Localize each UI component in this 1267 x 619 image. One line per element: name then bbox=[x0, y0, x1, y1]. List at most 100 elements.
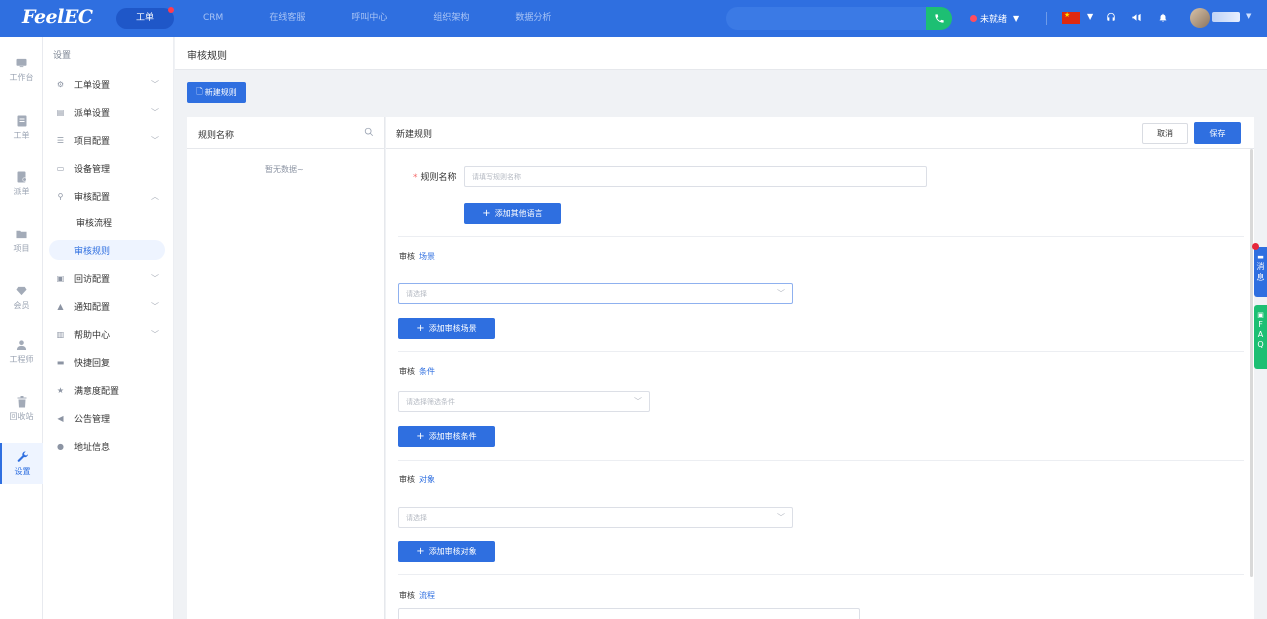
page-header: 审核规则 bbox=[175, 37, 1267, 70]
rail-item-label: 会员 bbox=[13, 301, 30, 310]
status-label: 未就绪 bbox=[980, 15, 1008, 25]
submenu-item-revisit-config[interactable]: ▣ 回访配置 ﹀ bbox=[51, 268, 169, 288]
phone-number-input[interactable] bbox=[726, 7, 926, 30]
new-rule-button[interactable]: 🗋 新建规则 bbox=[187, 82, 246, 103]
chevron-down-icon: ﹀ bbox=[777, 513, 785, 522]
phone-icon bbox=[934, 14, 944, 23]
caret-down-icon[interactable]: ▼ bbox=[1087, 12, 1093, 21]
rail-item-engineer[interactable]: 工程师 bbox=[0, 339, 43, 365]
form-scrollbar[interactable] bbox=[1250, 149, 1253, 577]
object-select[interactable]: 请选择 ﹀ bbox=[398, 507, 793, 528]
submenu-item-label: 审核流程 bbox=[76, 218, 113, 229]
revisit-icon: ▣ bbox=[56, 273, 65, 283]
faq-tab-char: Q bbox=[1257, 340, 1264, 349]
condition-select[interactable]: 请选择筛选条件 ﹀ bbox=[398, 391, 650, 412]
audit-icon: ⚲ bbox=[57, 191, 64, 201]
rule-list-header: 规则名称 bbox=[187, 117, 385, 149]
section-title-object: 审核 对象 bbox=[399, 474, 435, 485]
nav-tab-crm[interactable]: CRM bbox=[184, 8, 242, 29]
submenu-item-audit-config[interactable]: ⚲ 审核配置 ︿ bbox=[51, 186, 169, 206]
chat-icon: ▬ bbox=[56, 357, 65, 367]
user-name-blurred[interactable] bbox=[1212, 12, 1240, 22]
message-float-tab[interactable]: ▬ 消 息 bbox=[1252, 243, 1267, 297]
submenu-item-device-management[interactable]: ▭ 设备管理 bbox=[51, 158, 169, 178]
submenu-item-announcement-management[interactable]: ◀ 公告管理 bbox=[51, 408, 169, 428]
rail-item-project[interactable]: 项目 bbox=[0, 228, 43, 254]
rule-name-placeholder: 请填写规则名称 bbox=[472, 172, 521, 181]
submenu-item-ticket-settings[interactable]: ⚙ 工单设置 ﹀ bbox=[51, 74, 169, 94]
submenu-item-project-config[interactable]: ☰ 项目配置 ﹀ bbox=[51, 130, 169, 150]
add-language-label: 添加其他语言 bbox=[494, 209, 543, 218]
section-divider bbox=[398, 236, 1244, 237]
cancel-button[interactable]: 取消 bbox=[1142, 123, 1188, 144]
rail-item-ticket[interactable]: 工单 bbox=[0, 115, 43, 141]
chevron-down-icon: ﹀ bbox=[151, 330, 159, 339]
chevron-down-icon: ﹀ bbox=[777, 289, 785, 298]
faq-tab-char: A bbox=[1257, 330, 1264, 339]
add-language-button[interactable]: + 添加其他语言 bbox=[464, 203, 561, 224]
megaphone-icon[interactable] bbox=[1129, 10, 1143, 24]
china-flag-icon[interactable] bbox=[1062, 11, 1080, 24]
caret-down-icon[interactable]: ▼ bbox=[1246, 12, 1251, 20]
submenu-item-satisfaction-config[interactable]: ★ 满意度配置 bbox=[51, 380, 169, 400]
section-prefix: 审核 bbox=[399, 475, 415, 484]
section-divider bbox=[398, 460, 1244, 461]
app-logo[interactable]: FeelEC bbox=[22, 6, 93, 28]
headset-icon[interactable] bbox=[1104, 10, 1118, 24]
faq-tab-icon: ▣ bbox=[1257, 311, 1264, 319]
scene-select[interactable]: 请选择 ﹀ bbox=[398, 283, 793, 304]
device-icon: ▭ bbox=[56, 163, 65, 173]
submenu-item-label: 派单设置 bbox=[74, 108, 111, 119]
add-audit-object-label: 添加审核对象 bbox=[428, 547, 477, 556]
settings-submenu: 设置 ⚙ 工单设置 ﹀ ▤ 派单设置 ﹀ ☰ 项目配置 ﹀ ▭ 设备管理 ⚲ 审… bbox=[43, 37, 174, 619]
add-audit-scene-button[interactable]: + 添加审核场景 bbox=[398, 318, 495, 339]
submenu-item-label: 工单设置 bbox=[74, 80, 111, 91]
chevron-down-icon: ﹀ bbox=[151, 80, 159, 89]
rule-form-panel: 新建规则 取消 保存 * 规则名称 请填写规则名称 + 添加其他语言 审核 场景 请选… bbox=[386, 117, 1254, 619]
scene-select-placeholder: 请选择 bbox=[406, 289, 427, 298]
bell-icon[interactable] bbox=[1156, 10, 1170, 24]
section-name: 场景 bbox=[419, 252, 435, 261]
submenu-item-address-info[interactable]: ● 地址信息 bbox=[51, 436, 169, 456]
submenu-item-audit-flow[interactable]: 审核流程 bbox=[51, 212, 169, 232]
section-name: 对象 bbox=[419, 475, 435, 484]
message-tab-char: 消 bbox=[1256, 262, 1265, 271]
rail-item-settings[interactable]: 设置 bbox=[0, 443, 43, 484]
nav-tab-call-center[interactable]: 呼叫中心 bbox=[332, 8, 406, 29]
rail-item-label: 工单 bbox=[13, 131, 30, 140]
location-icon: ● bbox=[57, 441, 64, 451]
section-name: 流程 bbox=[419, 591, 435, 600]
nav-tab-organization[interactable]: 组织架构 bbox=[414, 8, 488, 29]
rail-item-recycle-bin[interactable]: 回收站 bbox=[0, 396, 43, 422]
search-icon[interactable] bbox=[364, 127, 374, 140]
chevron-down-icon: ﹀ bbox=[151, 108, 159, 117]
submenu-item-help-center[interactable]: ▥ 帮助中心 ﹀ bbox=[51, 324, 169, 344]
flow-select[interactable] bbox=[398, 608, 860, 619]
rail-item-dispatch[interactable]: 派单 bbox=[0, 171, 43, 197]
agent-status-dropdown[interactable]: 未就绪 ▼ bbox=[970, 12, 1019, 25]
submenu-item-notification-config[interactable]: ▲ 通知配置 ﹀ bbox=[51, 296, 169, 316]
faq-float-tab[interactable]: ▣ F A Q bbox=[1254, 305, 1267, 369]
submenu-item-label: 快捷回复 bbox=[74, 358, 111, 369]
submenu-item-audit-rules[interactable]: 审核规则 bbox=[49, 240, 165, 260]
submenu-item-label: 审核配置 bbox=[74, 192, 111, 203]
rule-name-input[interactable]: 请填写规则名称 bbox=[464, 166, 927, 187]
bell-icon: ▲ bbox=[57, 301, 64, 311]
rail-item-workbench[interactable]: 工作台 bbox=[0, 57, 43, 83]
engineer-icon bbox=[16, 339, 28, 351]
form-header: 新建规则 取消 保存 bbox=[386, 117, 1254, 149]
nav-tab-data-analysis[interactable]: 数据分析 bbox=[496, 8, 570, 29]
submenu-item-dispatch-settings[interactable]: ▤ 派单设置 ﹀ bbox=[51, 102, 169, 122]
dispatch-icon bbox=[16, 171, 28, 183]
nav-tab-ticket[interactable]: 工单 bbox=[116, 7, 175, 29]
list-icon: ☰ bbox=[56, 135, 65, 145]
add-audit-object-button[interactable]: + 添加审核对象 bbox=[398, 541, 495, 562]
call-button[interactable] bbox=[926, 7, 952, 30]
user-avatar[interactable] bbox=[1190, 8, 1210, 28]
rail-item-member[interactable]: 会员 bbox=[0, 285, 43, 311]
chevron-down-icon: ﹀ bbox=[634, 397, 642, 406]
nav-tab-online-service[interactable]: 在线客服 bbox=[250, 8, 324, 29]
submenu-item-quick-reply[interactable]: ▬ 快捷回复 bbox=[51, 352, 169, 372]
add-audit-condition-button[interactable]: + 添加审核条件 bbox=[398, 426, 495, 447]
save-button[interactable]: 保存 bbox=[1194, 122, 1241, 144]
